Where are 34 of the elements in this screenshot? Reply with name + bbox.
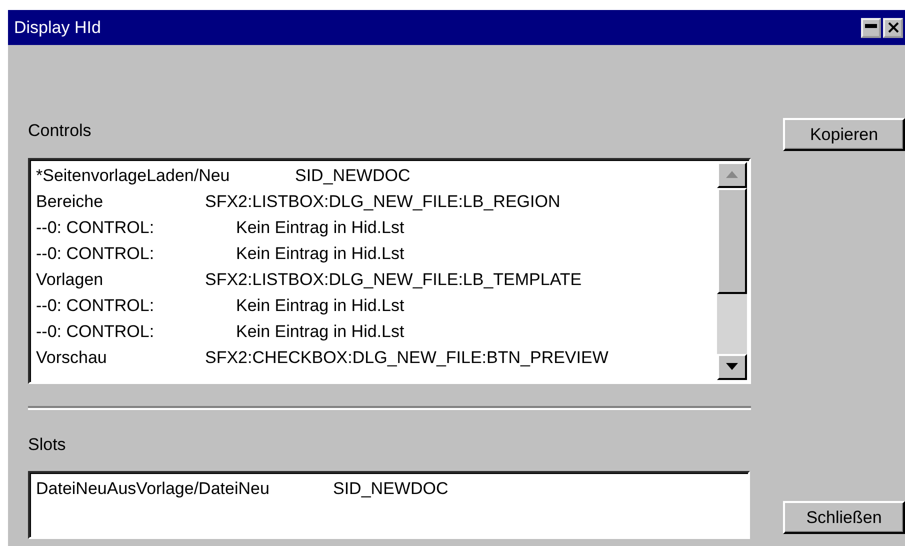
entry-name: --0: CONTROL: <box>36 242 156 265</box>
entry-id: SID_NEWDOC <box>295 164 410 187</box>
close-dialog-button[interactable]: Schließen <box>783 501 905 534</box>
up-arrow-icon <box>726 171 738 178</box>
entry-id: SID_NEWDOC <box>333 478 448 500</box>
entry-name: --0: CONTROL: <box>36 294 156 317</box>
scroll-down-button[interactable] <box>717 354 747 380</box>
controls-list[interactable] <box>28 158 751 384</box>
entry-name: --0: CONTROL: <box>36 320 156 343</box>
section-label: Slots <box>28 434 67 456</box>
entry-id: SFX2:LISTBOX:DLG_NEW_FILE:LB_REGION <box>205 190 560 213</box>
entry-id: Kein Eintrag in Hid.Lst <box>236 216 404 239</box>
entry-name: Bereiche <box>36 190 104 213</box>
entry-id: Kein Eintrag in Hid.Lst <box>236 320 404 343</box>
entry-id: SFX2:LISTBOX:DLG_NEW_FILE:LB_TEMPLATE <box>205 268 582 291</box>
entry-name: DateiNeuAusVorlage/DateiNeu <box>36 478 270 500</box>
entry-name: --0: CONTROL: <box>36 216 156 239</box>
entry-name: Vorlagen <box>36 268 104 291</box>
scroll-up-button[interactable] <box>717 162 747 188</box>
entry-id: Kein Eintrag in Hid.Lst <box>236 242 404 265</box>
maximize-button[interactable] <box>861 18 881 38</box>
entry-name: Vorschau <box>36 346 108 369</box>
window-title: Display HId <box>14 16 102 39</box>
entry-id: SFX2:CHECKBOX:DLG_NEW_FILE:BTN_PREVIEW <box>205 346 608 369</box>
entry-id: Kein Eintrag in Hid.Lst <box>236 294 404 317</box>
close-icon <box>888 22 898 33</box>
scrollbar[interactable] <box>717 162 747 380</box>
close-button[interactable] <box>883 18 903 38</box>
section-label: Controls <box>28 120 92 142</box>
down-arrow-icon <box>726 363 738 370</box>
slots-list[interactable]: DateiNeuAusVorlage/DateiNeu SID_NEWDOC <box>28 471 750 539</box>
copy-button[interactable]: Kopieren <box>783 118 905 151</box>
scroll-thumb[interactable] <box>717 188 747 294</box>
entry-name: *SeitenvorlageLaden/Neu <box>36 164 231 187</box>
